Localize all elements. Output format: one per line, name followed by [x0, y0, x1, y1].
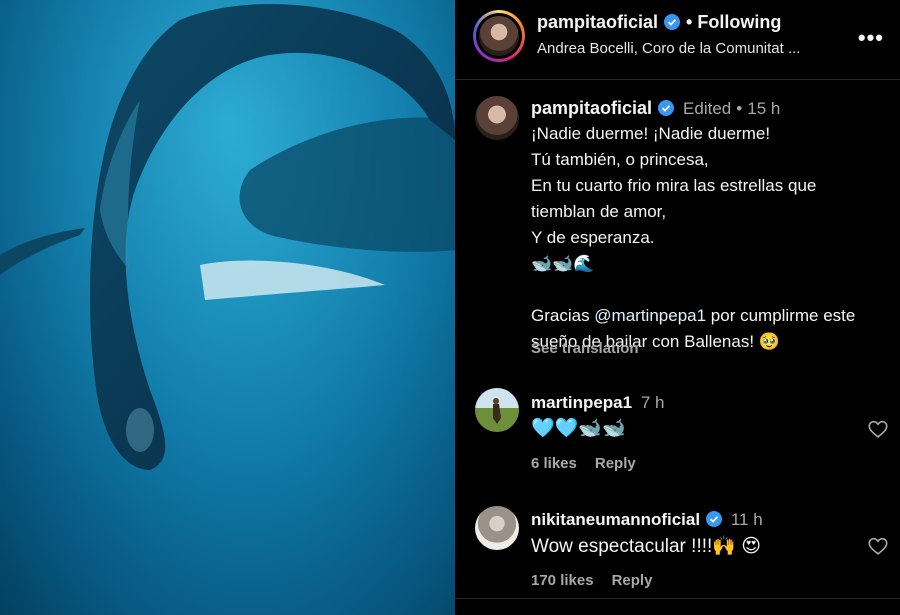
caption-emoji-line: 🐋🐋🌊: [531, 254, 595, 273]
comment-actions: 6 likes Reply: [531, 455, 654, 472]
caption-blank-line: [531, 277, 881, 303]
post-action-bar: [455, 598, 900, 615]
comment-text: Wow espectacular !!!!🙌 😍: [531, 536, 762, 557]
thanks-prefix: Gracias: [531, 306, 595, 325]
caption-separator: •: [736, 99, 743, 118]
reply-button[interactable]: Reply: [595, 455, 636, 472]
follow-status[interactable]: • Following: [686, 12, 781, 33]
see-translation-link[interactable]: See translation: [531, 340, 639, 357]
more-options-icon[interactable]: •••: [858, 25, 884, 51]
caption-header: pampitaoficial Edited • 15 h: [531, 98, 780, 119]
comment-header: nikitaneumannoficial 11 h: [531, 510, 763, 530]
comment-timestamp[interactable]: 7 h: [641, 393, 665, 412]
comment-likes[interactable]: 6 likes: [531, 455, 577, 472]
header-separator: •: [686, 12, 693, 32]
caption-author-avatar[interactable]: [475, 96, 519, 140]
author-avatar[interactable]: [473, 10, 525, 62]
comment-header: martinpepa1 7 h: [531, 393, 664, 413]
whale-image: [0, 0, 455, 615]
caption-line: ¡Nadie duerme! ¡Nadie duerme!: [531, 124, 771, 143]
like-heart-icon[interactable]: [867, 418, 889, 440]
comment-username[interactable]: martinpepa1: [531, 393, 632, 412]
comment-username[interactable]: nikitaneumannoficial: [531, 510, 700, 529]
comment-actions: 170 likes Reply: [531, 572, 670, 589]
caption-text: ¡Nadie duerme! ¡Nadie duerme! Tú también…: [531, 121, 881, 355]
author-username[interactable]: pampitaoficial: [537, 12, 681, 33]
comment-text: 🩵🩵🐋🐋: [531, 418, 626, 439]
verified-badge-icon: [658, 100, 675, 116]
following-button[interactable]: Following: [697, 12, 781, 32]
rider-icon: [493, 398, 501, 424]
caption-line: En tu cuarto frio mira las estrellas que…: [531, 176, 817, 221]
caption-line: Y de esperanza.: [531, 228, 655, 247]
caption-line: Tú también, o princesa,: [531, 150, 709, 169]
post-panel: pampitaoficial • Following Andrea Bocell…: [455, 0, 900, 615]
comment-likes[interactable]: 170 likes: [531, 572, 594, 589]
reel-video[interactable]: [0, 0, 455, 615]
caption-username[interactable]: pampitaoficial: [531, 98, 652, 118]
audio-track-link[interactable]: Andrea Bocelli, Coro de la Comunitat ...: [537, 40, 800, 57]
comment-timestamp[interactable]: 11 h: [731, 510, 763, 529]
verified-badge-icon: [664, 14, 681, 30]
like-heart-icon[interactable]: [867, 535, 889, 557]
author-username-text[interactable]: pampitaoficial: [537, 12, 658, 32]
reply-button[interactable]: Reply: [612, 572, 653, 589]
comment-avatar[interactable]: [475, 388, 519, 432]
edited-label: Edited: [683, 99, 732, 118]
caption-timestamp[interactable]: 15 h: [747, 99, 780, 118]
comment-avatar[interactable]: [475, 506, 519, 550]
post-header: pampitaoficial • Following Andrea Bocell…: [455, 0, 900, 80]
verified-badge-icon: [706, 511, 723, 527]
mention-link[interactable]: @martinpepa1: [594, 306, 706, 325]
